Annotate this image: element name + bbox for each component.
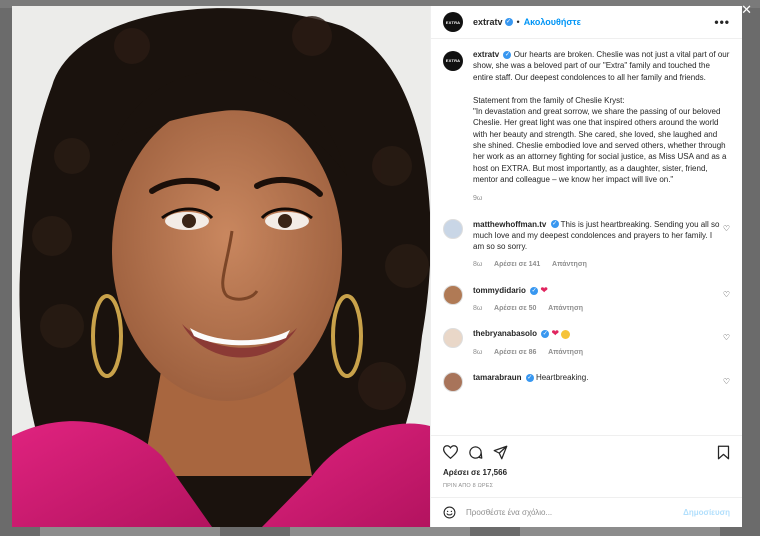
commenter-username[interactable]: thebryanabasolo [473, 329, 537, 338]
post-actions: Αρέσει σε 17,566 ΠΡΙΝ ΑΠΟ 8 ΩΡΕΣ [431, 435, 742, 497]
author-avatar[interactable]: EXTRA [443, 12, 463, 32]
post-caption: EXTRA extratv ✓ Our hearts are broken. C… [443, 49, 730, 205]
reply-button[interactable]: Απάντηση [552, 261, 587, 268]
commenter-username[interactable]: matthewhoffman.tv [473, 220, 546, 229]
comment-item: tamarabraun ✓ Heartbreaking. ♡ [443, 371, 730, 392]
red-heart-emoji-icon: ❤ [540, 284, 548, 295]
heart-icon[interactable] [443, 445, 458, 459]
verified-icon: ✓ [525, 373, 534, 382]
author-username[interactable]: extratv [473, 17, 503, 27]
verified-icon: ✓ [550, 220, 559, 229]
reply-button[interactable]: Απάντηση [548, 305, 583, 312]
comment-item: thebryanabasolo ✓ ❤ 8ω Αρέσει σε 86 Απάν… [443, 328, 730, 358]
portrait-image [12, 6, 430, 527]
post-details-panel: EXTRA extratv ✓ • Ακολουθήστε ••• EXTRA … [430, 6, 742, 527]
comment-item: tommydidario ✓ ❤ 8ω Αρέσει σε 50 Απάντησ… [443, 284, 730, 315]
comment-timestamp: 8ω [473, 305, 483, 313]
like-comment-heart-icon[interactable]: ♡ [723, 289, 730, 300]
comment-likes[interactable]: Αρέσει σε 86 [494, 349, 536, 356]
brand-logo-text: EXTRA [445, 19, 461, 25]
verified-icon: ✓ [503, 50, 512, 59]
reply-button[interactable]: Απάντηση [548, 349, 583, 356]
caption-avatar[interactable]: EXTRA [443, 51, 463, 71]
caption-statement: Statement from the family of Cheslie Kry… [473, 95, 727, 184]
commenter-avatar[interactable] [443, 371, 463, 392]
like-comment-heart-icon[interactable]: ♡ [723, 332, 730, 343]
more-icon[interactable]: ••• [714, 15, 730, 29]
post-header: EXTRA extratv ✓ • Ακολουθήστε ••• [431, 6, 742, 39]
comments-list[interactable]: EXTRA extratv ✓ Our hearts are broken. C… [431, 39, 742, 435]
comment-likes[interactable]: Αρέσει σε 50 [494, 305, 536, 312]
bookmark-icon[interactable] [717, 445, 730, 460]
post-photo[interactable] [12, 6, 430, 527]
verified-icon: ✓ [504, 18, 513, 26]
red-heart-emoji-icon: ❤ [551, 328, 560, 339]
verified-icon: ✓ [530, 286, 539, 295]
share-icon[interactable] [493, 445, 508, 460]
commenter-username[interactable]: tamarabraun [473, 373, 521, 382]
comment-item: matthewhoffman.tv ✓ This is just heartbr… [443, 218, 730, 271]
commenter-username[interactable]: tommydidario [473, 286, 526, 295]
comment-likes[interactable]: Αρέσει σε 141 [494, 261, 540, 268]
caption-timestamp: 9ω [473, 195, 483, 203]
smiling-face-emoji-icon [561, 329, 571, 339]
comment-text: Heartbreaking. [535, 372, 589, 382]
likes-count[interactable]: Αρέσει σε 17,566 [443, 468, 730, 477]
comment-icon[interactable] [468, 445, 483, 460]
post-timestamp: ΠΡΙΝ ΑΠΟ 8 ΩΡΕΣ [443, 483, 494, 489]
caption-username[interactable]: extratv [473, 50, 499, 59]
commenter-avatar[interactable] [443, 284, 463, 305]
brand-logo-text: EXTRA [445, 58, 461, 64]
like-comment-heart-icon[interactable]: ♡ [723, 376, 730, 387]
post-modal: EXTRA extratv ✓ • Ακολουθήστε ••• EXTRA … [12, 6, 742, 527]
like-comment-heart-icon[interactable]: ♡ [723, 223, 730, 234]
post-comment-button[interactable]: Δημοσίευση [683, 508, 730, 517]
add-comment-bar: Προσθέστε ένα σχόλιο... Δημοσίευση [431, 497, 742, 527]
comment-input[interactable]: Προσθέστε ένα σχόλιο... [466, 508, 683, 517]
caption-text: Our hearts are broken. Cheslie was not j… [473, 50, 730, 82]
comment-timestamp: 8ω [473, 261, 483, 269]
verified-icon: ✓ [541, 330, 550, 339]
close-modal-button[interactable]: ✕ [741, 2, 752, 18]
follow-button[interactable]: Ακολουθήστε [524, 17, 581, 27]
commenter-avatar[interactable] [443, 218, 463, 239]
comment-timestamp: 8ω [473, 348, 483, 356]
emoji-icon[interactable] [443, 506, 456, 519]
separator-dot: • [516, 17, 520, 27]
commenter-avatar[interactable] [443, 328, 463, 349]
